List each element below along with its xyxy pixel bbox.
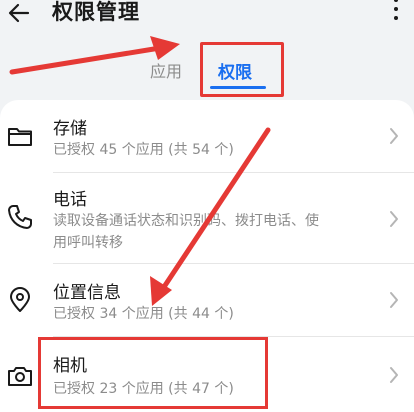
- folder-icon: [8, 128, 32, 146]
- camera-icon: [8, 367, 32, 386]
- arrow-left-icon[interactable]: [6, 0, 32, 26]
- phone-icon: [8, 205, 32, 229]
- chevron-right-icon: [390, 367, 398, 383]
- row-title: 存储: [53, 119, 87, 139]
- page-title: 权限管理: [52, 0, 140, 24]
- row-subtitle-line-1: 读取设备通话状态和识别码、拨打电话、使: [53, 213, 319, 229]
- tab-apps[interactable]: 应用: [150, 58, 182, 82]
- annotation-box-camera: [38, 337, 268, 409]
- row-subtitle: 已授权 45 个应用 (共 54 个): [53, 142, 234, 158]
- list-item-location[interactable]: 位置信息 已授权 34 个应用 (共 44 个): [0, 264, 414, 336]
- more-vertical-icon[interactable]: [392, 0, 400, 28]
- annotation-box-tab: [200, 42, 284, 97]
- permission-manager-screen: 权限管理 应用 权限 存储 已授权 45 个应用 (共 54 个) 电话 读取设…: [0, 0, 414, 412]
- list-item-phone[interactable]: 电话 读取设备通话状态和识别码、拨打电话、使 用呼叫转移: [0, 173, 414, 263]
- row-title: 位置信息: [53, 283, 121, 303]
- row-title: 电话: [53, 190, 87, 210]
- row-subtitle-line-2: 用呼叫转移: [53, 235, 123, 251]
- chevron-right-icon: [390, 292, 398, 308]
- app-header: 权限管理: [0, 0, 414, 34]
- row-subtitle: 已授权 34 个应用 (共 44 个): [53, 306, 234, 322]
- chevron-right-icon: [390, 128, 398, 144]
- list-item-storage[interactable]: 存储 已授权 45 个应用 (共 54 个): [0, 100, 414, 172]
- chevron-right-icon: [390, 211, 398, 227]
- location-pin-icon: [10, 287, 30, 312]
